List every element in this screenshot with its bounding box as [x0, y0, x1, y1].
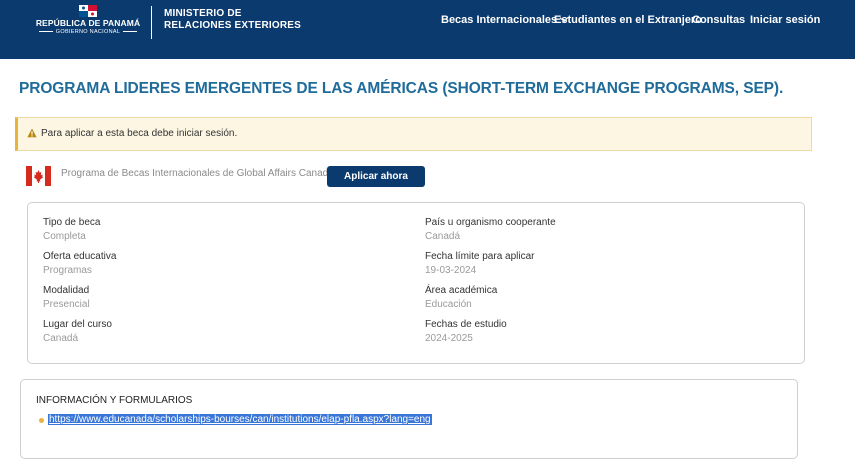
nav-estudiantes-extranjero[interactable]: Estudiantes en el Extranjero — [554, 14, 702, 26]
ministry-name: MINISTERIO DE RELACIONES EXTERIORES — [164, 8, 301, 31]
scholarship-details-card: Tipo de beca Completa Oferta educativa P… — [27, 202, 805, 364]
site-header: REPÚBLICA DE PANAMÁ GOBIERNO NACIONAL MI… — [0, 0, 855, 59]
page-title: PROGRAMA LIDERES EMERGENTES DE LAS AMÉRI… — [19, 80, 784, 97]
alert-message: Para aplicar a esta beca debe iniciar se… — [41, 128, 238, 139]
panama-flag-icon — [79, 5, 97, 17]
brand-name: REPÚBLICA DE PANAMÁ — [35, 18, 141, 28]
detail-value: 19-03-2024 — [425, 265, 477, 276]
detail-label: Tipo de beca — [43, 217, 101, 228]
detail-value: Presencial — [43, 299, 90, 310]
detail-value: Canadá — [425, 231, 461, 242]
brand-subtitle: GOBIERNO NACIONAL — [32, 29, 144, 35]
detail-label: Fechas de estudio — [425, 319, 507, 330]
detail-label: País u organismo cooperante — [425, 217, 556, 228]
nav-becas-internacionales[interactable]: Becas Internacionales — [441, 13, 569, 26]
detail-label: Fecha límite para aplicar — [425, 251, 535, 262]
detail-label: Modalidad — [43, 285, 90, 296]
program-name: Programa de Becas Internacionales de Glo… — [61, 168, 334, 179]
nav-iniciar-sesion[interactable]: Iniciar sesión — [750, 14, 820, 26]
apply-now-button[interactable]: Aplicar ahora — [327, 166, 425, 187]
detail-value: Educación — [425, 299, 472, 310]
detail-value: 2024-2025 — [425, 333, 473, 344]
forms-card: INFORMACIÓN Y FORMULARIOS https://www.ed… — [20, 379, 798, 459]
detail-value: Programas — [43, 265, 92, 276]
warning-icon — [27, 128, 37, 138]
nav-consultas[interactable]: Consultas — [692, 14, 745, 26]
bullet-icon — [39, 418, 44, 423]
forms-title: INFORMACIÓN Y FORMULARIOS — [36, 395, 193, 406]
login-alert: Para aplicar a esta beca debe iniciar se… — [15, 117, 812, 151]
canada-flag-icon — [26, 166, 51, 186]
scholarship-info-link[interactable]: https://www.educanada/scholarships-bours… — [48, 414, 432, 425]
detail-label: Lugar del curso — [43, 319, 112, 330]
detail-value: Completa — [43, 231, 86, 242]
detail-label: Área académica — [425, 285, 498, 296]
header-divider — [151, 6, 152, 39]
detail-label: Oferta educativa — [43, 251, 117, 262]
brand-logo[interactable]: REPÚBLICA DE PANAMÁ GOBIERNO NACIONAL — [32, 2, 144, 42]
detail-value: Canadá — [43, 333, 79, 344]
